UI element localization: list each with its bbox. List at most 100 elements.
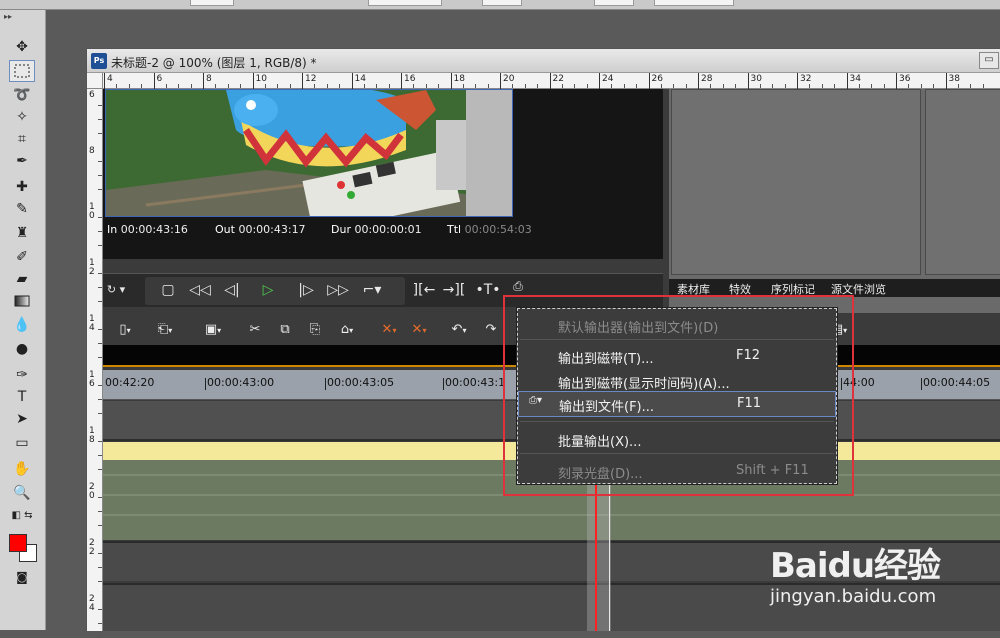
- save-icon[interactable]: ▣▾: [203, 321, 223, 339]
- ruler-tick: [252, 73, 254, 89]
- paste-icon[interactable]: ⎘: [305, 321, 325, 339]
- pen-tool-icon[interactable]: ✑: [9, 364, 35, 386]
- ruler-minor-tick: [98, 161, 102, 162]
- vertical-ruler[interactable]: 6 8 1 0 1 2 1 4 1 6 1 8 2 0 2 2 2 4: [87, 89, 103, 638]
- undo-icon[interactable]: ↶▾: [449, 321, 469, 339]
- ruler-tick: [747, 73, 749, 89]
- fast-forward-icon[interactable]: ▷▷: [325, 280, 351, 300]
- rewind-icon[interactable]: ◁◁: [187, 280, 213, 300]
- foreground-color-swatch[interactable]: [9, 534, 27, 552]
- timecode-duration: Dur 00:00:00:01: [331, 223, 422, 236]
- lasso-tool-icon[interactable]: ➰: [9, 84, 35, 106]
- ruler-minor-tick: [98, 553, 102, 554]
- marquee-tool-icon[interactable]: [9, 60, 35, 82]
- ruler-minor-tick: [438, 84, 440, 88]
- export-output-icon[interactable]: ⎙: [505, 276, 531, 296]
- ruler-minor-tick: [574, 84, 576, 88]
- baidu-logo: Baidu经验: [770, 546, 941, 586]
- ruler-label: 22: [552, 74, 564, 84]
- cut-icon[interactable]: ✂: [245, 321, 265, 339]
- stop-icon[interactable]: ▢: [155, 280, 181, 300]
- timecode-total: Ttl 00:00:54:03: [447, 223, 532, 236]
- ruler-label: 1 6: [89, 370, 95, 389]
- ruler-tick: [896, 73, 897, 89]
- timeline-tick-label: 00:00:43:00: [207, 376, 275, 389]
- move-tool-icon[interactable]: ✥: [9, 36, 35, 58]
- ruler-label: 18: [453, 74, 465, 84]
- ruler-minor-tick: [240, 84, 242, 88]
- type-tool-icon[interactable]: T: [9, 386, 35, 408]
- ruler-minor-tick: [933, 84, 935, 88]
- brush-tool-icon[interactable]: ✎: [9, 198, 35, 220]
- delete-icon[interactable]: ✕▾: [379, 321, 399, 339]
- gradient-icon[interactable]: [9, 290, 35, 312]
- ruler-minor-tick: [178, 84, 180, 88]
- mark-in-icon[interactable]: ][←: [411, 280, 437, 300]
- dodge-icon[interactable]: ●: [9, 338, 35, 360]
- copy-icon[interactable]: ⧉: [275, 321, 295, 339]
- option-field[interactable]: [654, 0, 734, 6]
- ruler-minor-tick: [871, 84, 873, 88]
- ruler-minor-tick: [165, 84, 167, 88]
- ripple-delete-icon[interactable]: ✕▾: [409, 321, 429, 339]
- ruler-tick: [302, 73, 303, 89]
- restore-icon[interactable]: ▭: [979, 52, 999, 69]
- option-field[interactable]: [594, 0, 634, 6]
- healing-brush-icon[interactable]: ✚: [9, 176, 35, 198]
- ruler-minor-tick: [98, 623, 102, 624]
- ruler-minor-tick: [98, 385, 102, 386]
- ruler-minor-tick: [264, 84, 266, 88]
- redo-icon[interactable]: ↷: [481, 321, 501, 339]
- ruler-minor-tick: [98, 511, 102, 512]
- ruler-minor-tick: [116, 84, 118, 88]
- option-field[interactable]: [368, 0, 442, 6]
- loop-playback-icon[interactable]: ⌐▾: [359, 280, 385, 300]
- crop-tool-icon[interactable]: ⌗: [9, 128, 35, 150]
- history-brush-icon[interactable]: ✐: [9, 246, 35, 268]
- paste-insert-icon[interactable]: ⌂▾: [337, 321, 357, 339]
- document-title: 未标题-2 @ 100% (图层 1, RGB/8) *: [111, 56, 317, 70]
- ruler-minor-tick: [98, 609, 102, 610]
- ruler-label: 16: [404, 74, 416, 84]
- option-field[interactable]: [482, 0, 522, 6]
- shape-tool-icon[interactable]: ▭: [9, 432, 35, 454]
- blur-icon[interactable]: 💧: [9, 314, 35, 336]
- step-forward-icon[interactable]: |▷: [293, 280, 319, 300]
- quick-mask-icon[interactable]: ◙: [9, 566, 35, 588]
- ruler-minor-tick: [908, 84, 910, 88]
- ruler-minor-tick: [735, 84, 737, 88]
- loop-icon[interactable]: ↻ ▾: [103, 280, 129, 300]
- split-icon[interactable]: •T•: [475, 280, 501, 300]
- ruler-corner[interactable]: [87, 73, 103, 89]
- clone-stamp-icon[interactable]: ♜: [9, 222, 35, 244]
- hand-tool-icon[interactable]: ✋: [9, 458, 35, 480]
- ruler-minor-tick: [475, 84, 477, 88]
- eraser-icon[interactable]: ▰: [9, 268, 35, 290]
- step-back-icon[interactable]: ◁|: [219, 280, 245, 300]
- ruler-label: 14: [354, 74, 366, 84]
- eyedropper-icon[interactable]: ✒: [9, 150, 35, 172]
- option-field[interactable]: [190, 0, 234, 6]
- magic-wand-icon[interactable]: ✧: [9, 106, 35, 128]
- ruler-minor-tick: [710, 84, 712, 88]
- palette-grip-icon[interactable]: ▸▸: [4, 12, 12, 21]
- audio-waveform: [103, 514, 1000, 516]
- ruler-label: 26: [651, 74, 663, 84]
- timeline-tick-label: 00:00:43:1: [445, 376, 506, 389]
- ruler-minor-tick: [128, 84, 130, 88]
- default-colors-icon[interactable]: ◧ ⇆: [9, 504, 35, 526]
- zoom-tool-icon[interactable]: 🔍: [9, 482, 35, 504]
- document-title-bar[interactable]: Ps 未标题-2 @ 100% (图层 1, RGB/8) * ▭: [87, 49, 1000, 73]
- ruler-minor-tick: [215, 84, 217, 88]
- ruler-minor-tick: [98, 567, 102, 568]
- horizontal-ruler[interactable]: 4 6 8 10 12 14 16 18 20 22 24 26 28 30 32 34 36 38: [103, 73, 1000, 89]
- play-icon[interactable]: ▷: [255, 280, 281, 300]
- ruler-minor-tick: [289, 84, 291, 88]
- ruler-minor-tick: [98, 231, 102, 232]
- open-icon[interactable]: ⎗▾: [155, 321, 175, 339]
- new-icon[interactable]: ▯▾: [115, 321, 135, 339]
- ruler-minor-tick: [413, 84, 415, 88]
- path-select-icon[interactable]: ➤: [9, 408, 35, 430]
- mark-out-icon[interactable]: →][: [441, 280, 467, 300]
- video-frame: [105, 89, 513, 217]
